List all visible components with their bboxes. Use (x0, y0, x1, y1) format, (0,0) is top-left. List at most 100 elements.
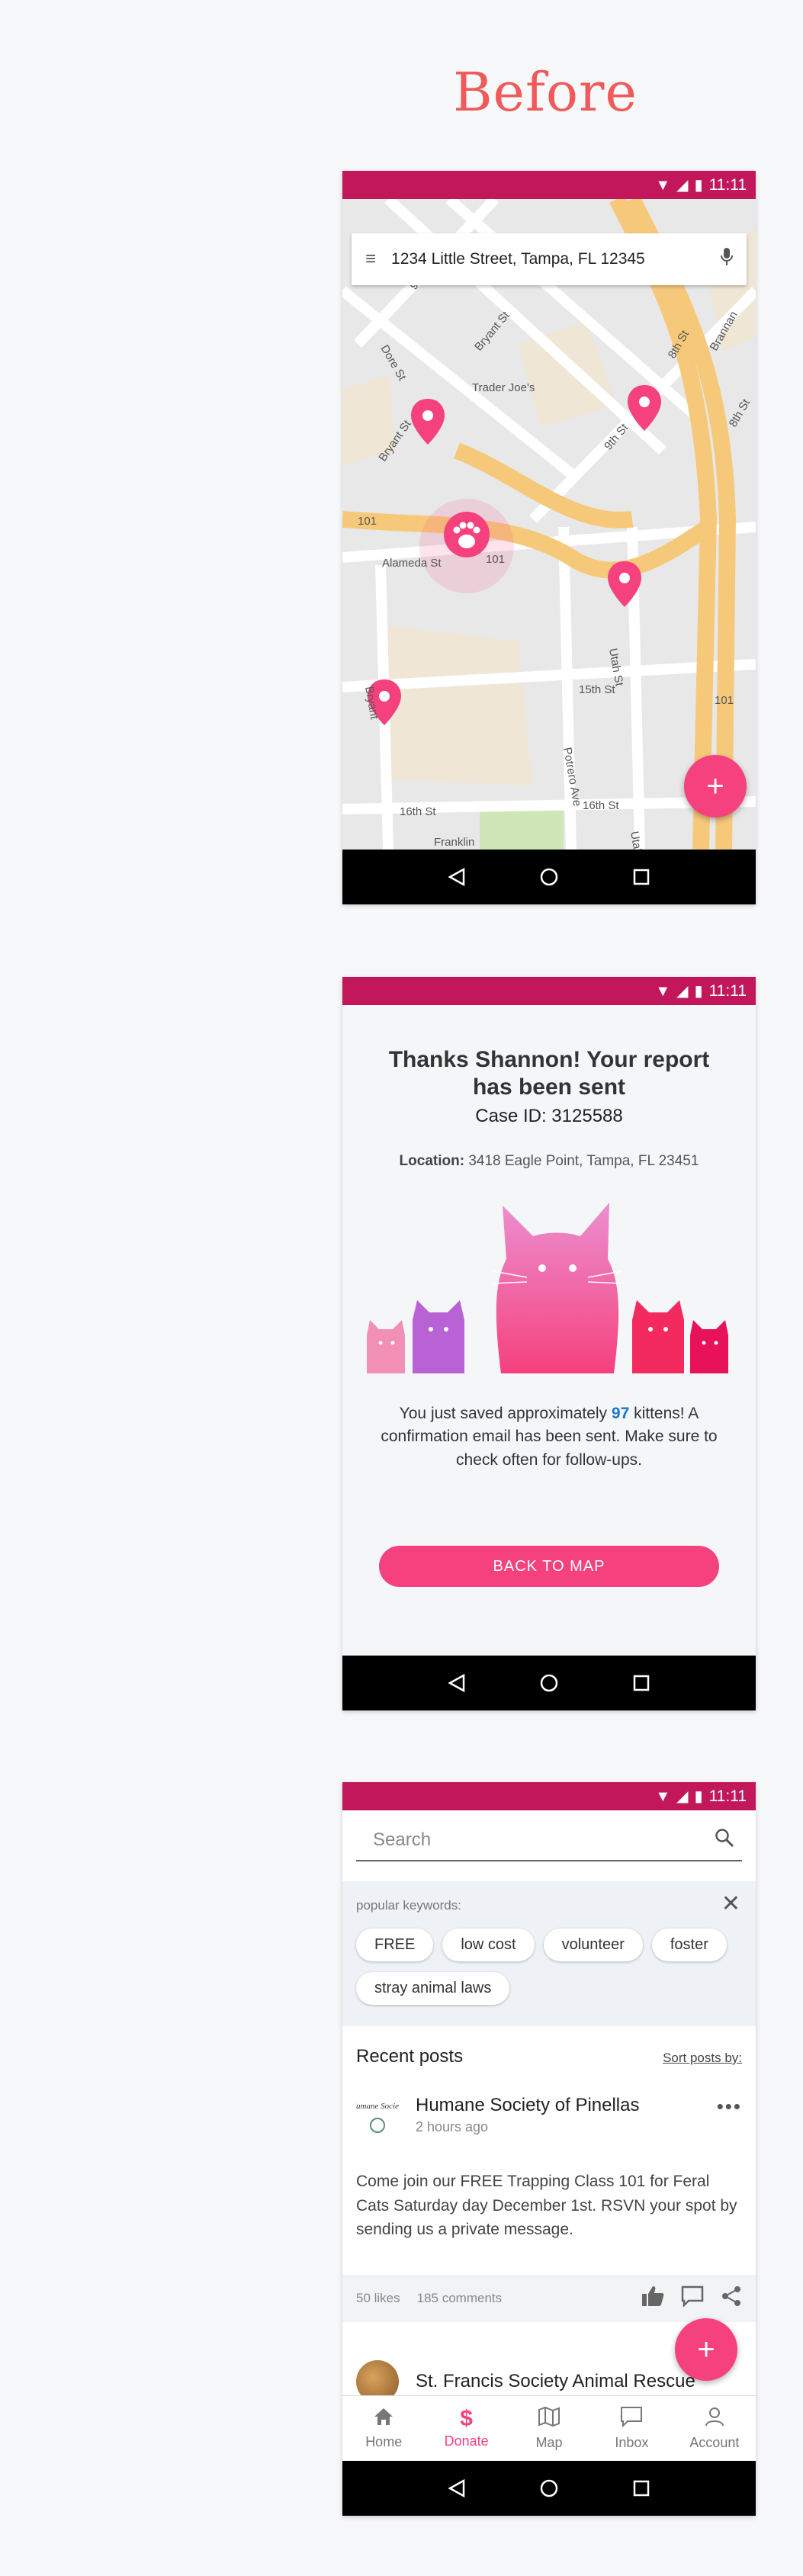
recent-posts-title: Recent posts (356, 2046, 464, 2067)
saved-message: You just saved approximately 97 kittens!… (342, 1402, 756, 1472)
recents-nav-button[interactable] (626, 2473, 657, 2504)
signal-icon: ◢ (676, 176, 689, 194)
likes-count[interactable]: 50 likes (356, 2291, 400, 2306)
add-report-fab[interactable]: + (684, 755, 747, 817)
map-canvas[interactable]: 9th StDore StBryant StTrader Joe'sBryant… (342, 199, 756, 850)
share-icon[interactable] (721, 2285, 742, 2312)
back-to-map-button[interactable]: BACK TO MAP (379, 1546, 719, 1587)
location-label: Location: (399, 1153, 465, 1169)
tab-label: Donate (444, 2433, 489, 2449)
home-nav-button[interactable] (534, 1668, 564, 1698)
menu-icon[interactable]: ≡ (365, 249, 376, 270)
sort-posts-link[interactable]: Sort posts by: (663, 2051, 742, 2066)
home-nav-button[interactable] (534, 2473, 564, 2504)
page-heading: Before (453, 61, 638, 124)
close-icon[interactable]: ✕ (721, 1890, 740, 1917)
post-org-name[interactable]: Humane Society of Pinellas (416, 2095, 639, 2116)
android-nav-bar (342, 850, 756, 904)
recents-nav-button[interactable] (626, 1668, 657, 1698)
keyword-chip[interactable]: FREE (356, 1929, 434, 1961)
map-icon (538, 2406, 560, 2432)
logo-text: Humane Society (356, 2102, 399, 2111)
tab-account[interactable]: Account (673, 2396, 756, 2461)
tab-label: Map (535, 2435, 563, 2450)
address-input[interactable]: 1234 Little Street, Tampa, FL 12345 (391, 250, 705, 268)
cats-illustration (367, 1203, 728, 1373)
map-street-label: Trader Joe's (472, 381, 535, 394)
location-value: 3418 Eagle Point, Tampa, FL 23451 (468, 1153, 699, 1169)
tab-inbox[interactable]: Inbox (590, 2396, 673, 2461)
org-logo[interactable]: Humane Society (356, 2095, 399, 2138)
map-street-label: 16th St (400, 805, 436, 818)
wifi-icon: ▼ (655, 982, 671, 1000)
tab-home[interactable]: Home (342, 2396, 425, 2461)
saved-pre: You just saved approximately (399, 1405, 612, 1422)
comment-icon[interactable] (681, 2285, 704, 2312)
android-nav-bar (342, 2461, 756, 2516)
map-street-label: 15th St (579, 683, 615, 696)
post-card: Humane Society Humane Society of Pinella… (342, 2095, 756, 2322)
post-actions-bar: 50 likes 185 comments (342, 2275, 756, 2322)
signal-icon: ◢ (676, 982, 689, 1000)
keywords-panel: popular keywords: ✕ FREE low cost volunt… (342, 1881, 756, 2026)
keyword-chip[interactable]: foster (651, 1929, 727, 1961)
case-id: Case ID: 3125588 (475, 1106, 623, 1126)
status-time: 11:11 (708, 1787, 747, 1805)
feed-screen: ▼ ◢ ▮ 11:11 Search popular keywords: ✕ F… (342, 1782, 756, 2516)
map-street-label: Franklin (434, 836, 474, 849)
keyword-chips: FREE low cost volunteer foster stray ani… (356, 1929, 745, 2005)
address-search-bar[interactable]: ≡ 1234 Little Street, Tampa, FL 12345 (352, 233, 747, 285)
person-icon (704, 2406, 725, 2432)
battery-icon: ▮ (694, 176, 703, 194)
confirmation-title: Thanks Shannon! Your report has been sen… (388, 1047, 710, 1100)
tab-map[interactable]: Map (508, 2396, 590, 2461)
wifi-icon: ▼ (655, 176, 671, 194)
android-nav-bar (342, 1656, 756, 1710)
map-screen: ▼ ◢ ▮ 11:11 Dore St Bryant St Trader Joe… (342, 171, 756, 904)
back-nav-button[interactable] (442, 2473, 472, 2504)
home-nav-button[interactable] (534, 862, 564, 892)
status-bar: ▼ ◢ ▮ 11:11 (342, 171, 756, 199)
keyword-chip[interactable]: volunteer (543, 1929, 643, 1961)
new-post-fab[interactable]: + (675, 2318, 737, 2381)
wifi-icon: ▼ (655, 1787, 671, 1805)
map-street-label: Alameda St (382, 557, 442, 570)
report-location: Location: 3418 Eagle Point, Tampa, FL 23… (342, 1153, 756, 1170)
tab-donate[interactable]: $ Donate (425, 2396, 507, 2461)
tab-label: Home (365, 2434, 403, 2449)
chat-icon (620, 2406, 643, 2432)
status-bar: ▼ ◢ ▮ 11:11 (342, 977, 756, 1005)
tab-label: Inbox (615, 2435, 649, 2450)
post-time: 2 hours ago (416, 2119, 489, 2134)
battery-icon: ▮ (694, 1787, 703, 1805)
map-street-label: 101 (358, 515, 377, 528)
recent-posts-header: Recent posts Sort posts by: (356, 2046, 742, 2067)
back-nav-button[interactable] (442, 1668, 472, 1698)
post-body: Come join our FREE Trapping Class 101 fo… (356, 2173, 737, 2238)
keywords-label: popular keywords: (356, 1898, 461, 1913)
map-street-label: 101 (715, 694, 734, 707)
confirmation-screen: ▼ ◢ ▮ 11:11 Thanks Shannon! Your report … (342, 977, 756, 1710)
map-street-label: 101 (486, 553, 505, 566)
back-nav-button[interactable] (442, 862, 472, 892)
signal-icon: ◢ (676, 1787, 689, 1805)
status-time: 11:11 (708, 981, 747, 1000)
map-street-label: 16th St (583, 799, 619, 812)
status-time: 11:11 (708, 175, 747, 194)
recents-nav-button[interactable] (626, 862, 657, 892)
post-org-name[interactable]: St. Francis Society Animal Rescue (416, 2372, 695, 2391)
bottom-tab-bar: Home $ Donate Map Inbox Account (342, 2395, 756, 2461)
tab-label: Account (689, 2435, 740, 2450)
map-view[interactable]: 9th StDore StBryant StTrader Joe'sBryant… (342, 199, 756, 850)
battery-icon: ▮ (694, 982, 703, 1000)
comments-count[interactable]: 185 comments (417, 2291, 503, 2306)
thumbs-up-icon[interactable] (641, 2285, 664, 2312)
status-bar: ▼ ◢ ▮ 11:11 (342, 1782, 756, 1810)
keyword-chip[interactable]: low cost (442, 1929, 535, 1961)
more-options-icon[interactable]: ••• (717, 2095, 742, 2118)
search-icon[interactable] (715, 1828, 734, 1853)
search-input[interactable]: Search (356, 1820, 742, 1861)
microphone-icon[interactable] (721, 247, 733, 271)
keyword-chip[interactable]: stray animal laws (356, 1972, 510, 2005)
search-placeholder[interactable]: Search (373, 1829, 431, 1851)
